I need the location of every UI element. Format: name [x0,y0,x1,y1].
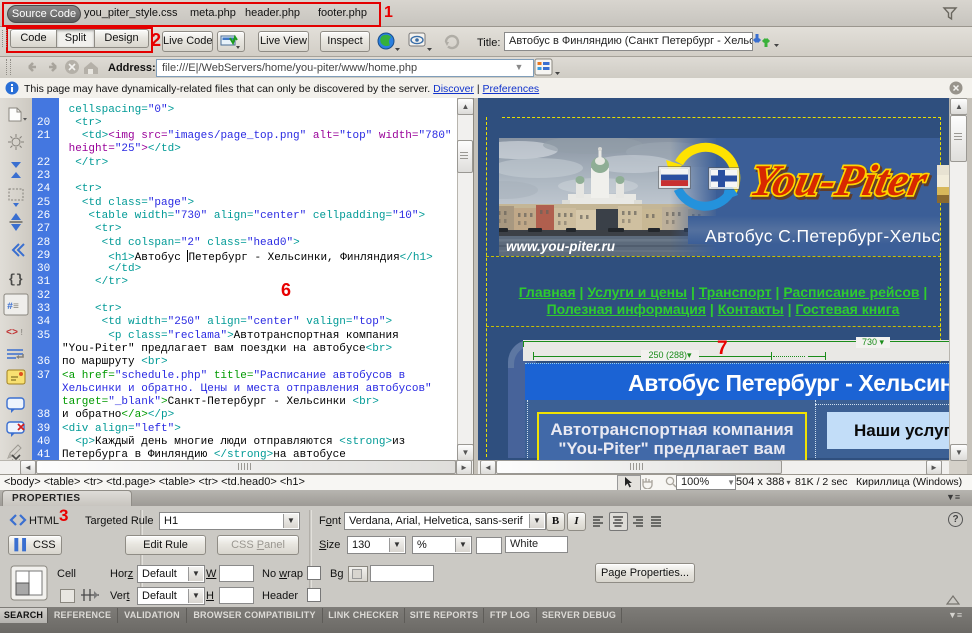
svg-text:You-Piter: You-Piter [746,155,932,204]
svg-text:<>: <> [6,328,18,339]
svg-text:Автобус С.Петербург-Хельсинки: Автобус С.Петербург-Хельсинки [705,226,940,246]
svg-text:{}: {} [8,272,24,287]
svg-text:!: ! [19,328,24,338]
svg-text:#≡: #≡ [7,302,19,313]
svg-text:www.you-piter.ru: www.you-piter.ru [506,239,616,254]
